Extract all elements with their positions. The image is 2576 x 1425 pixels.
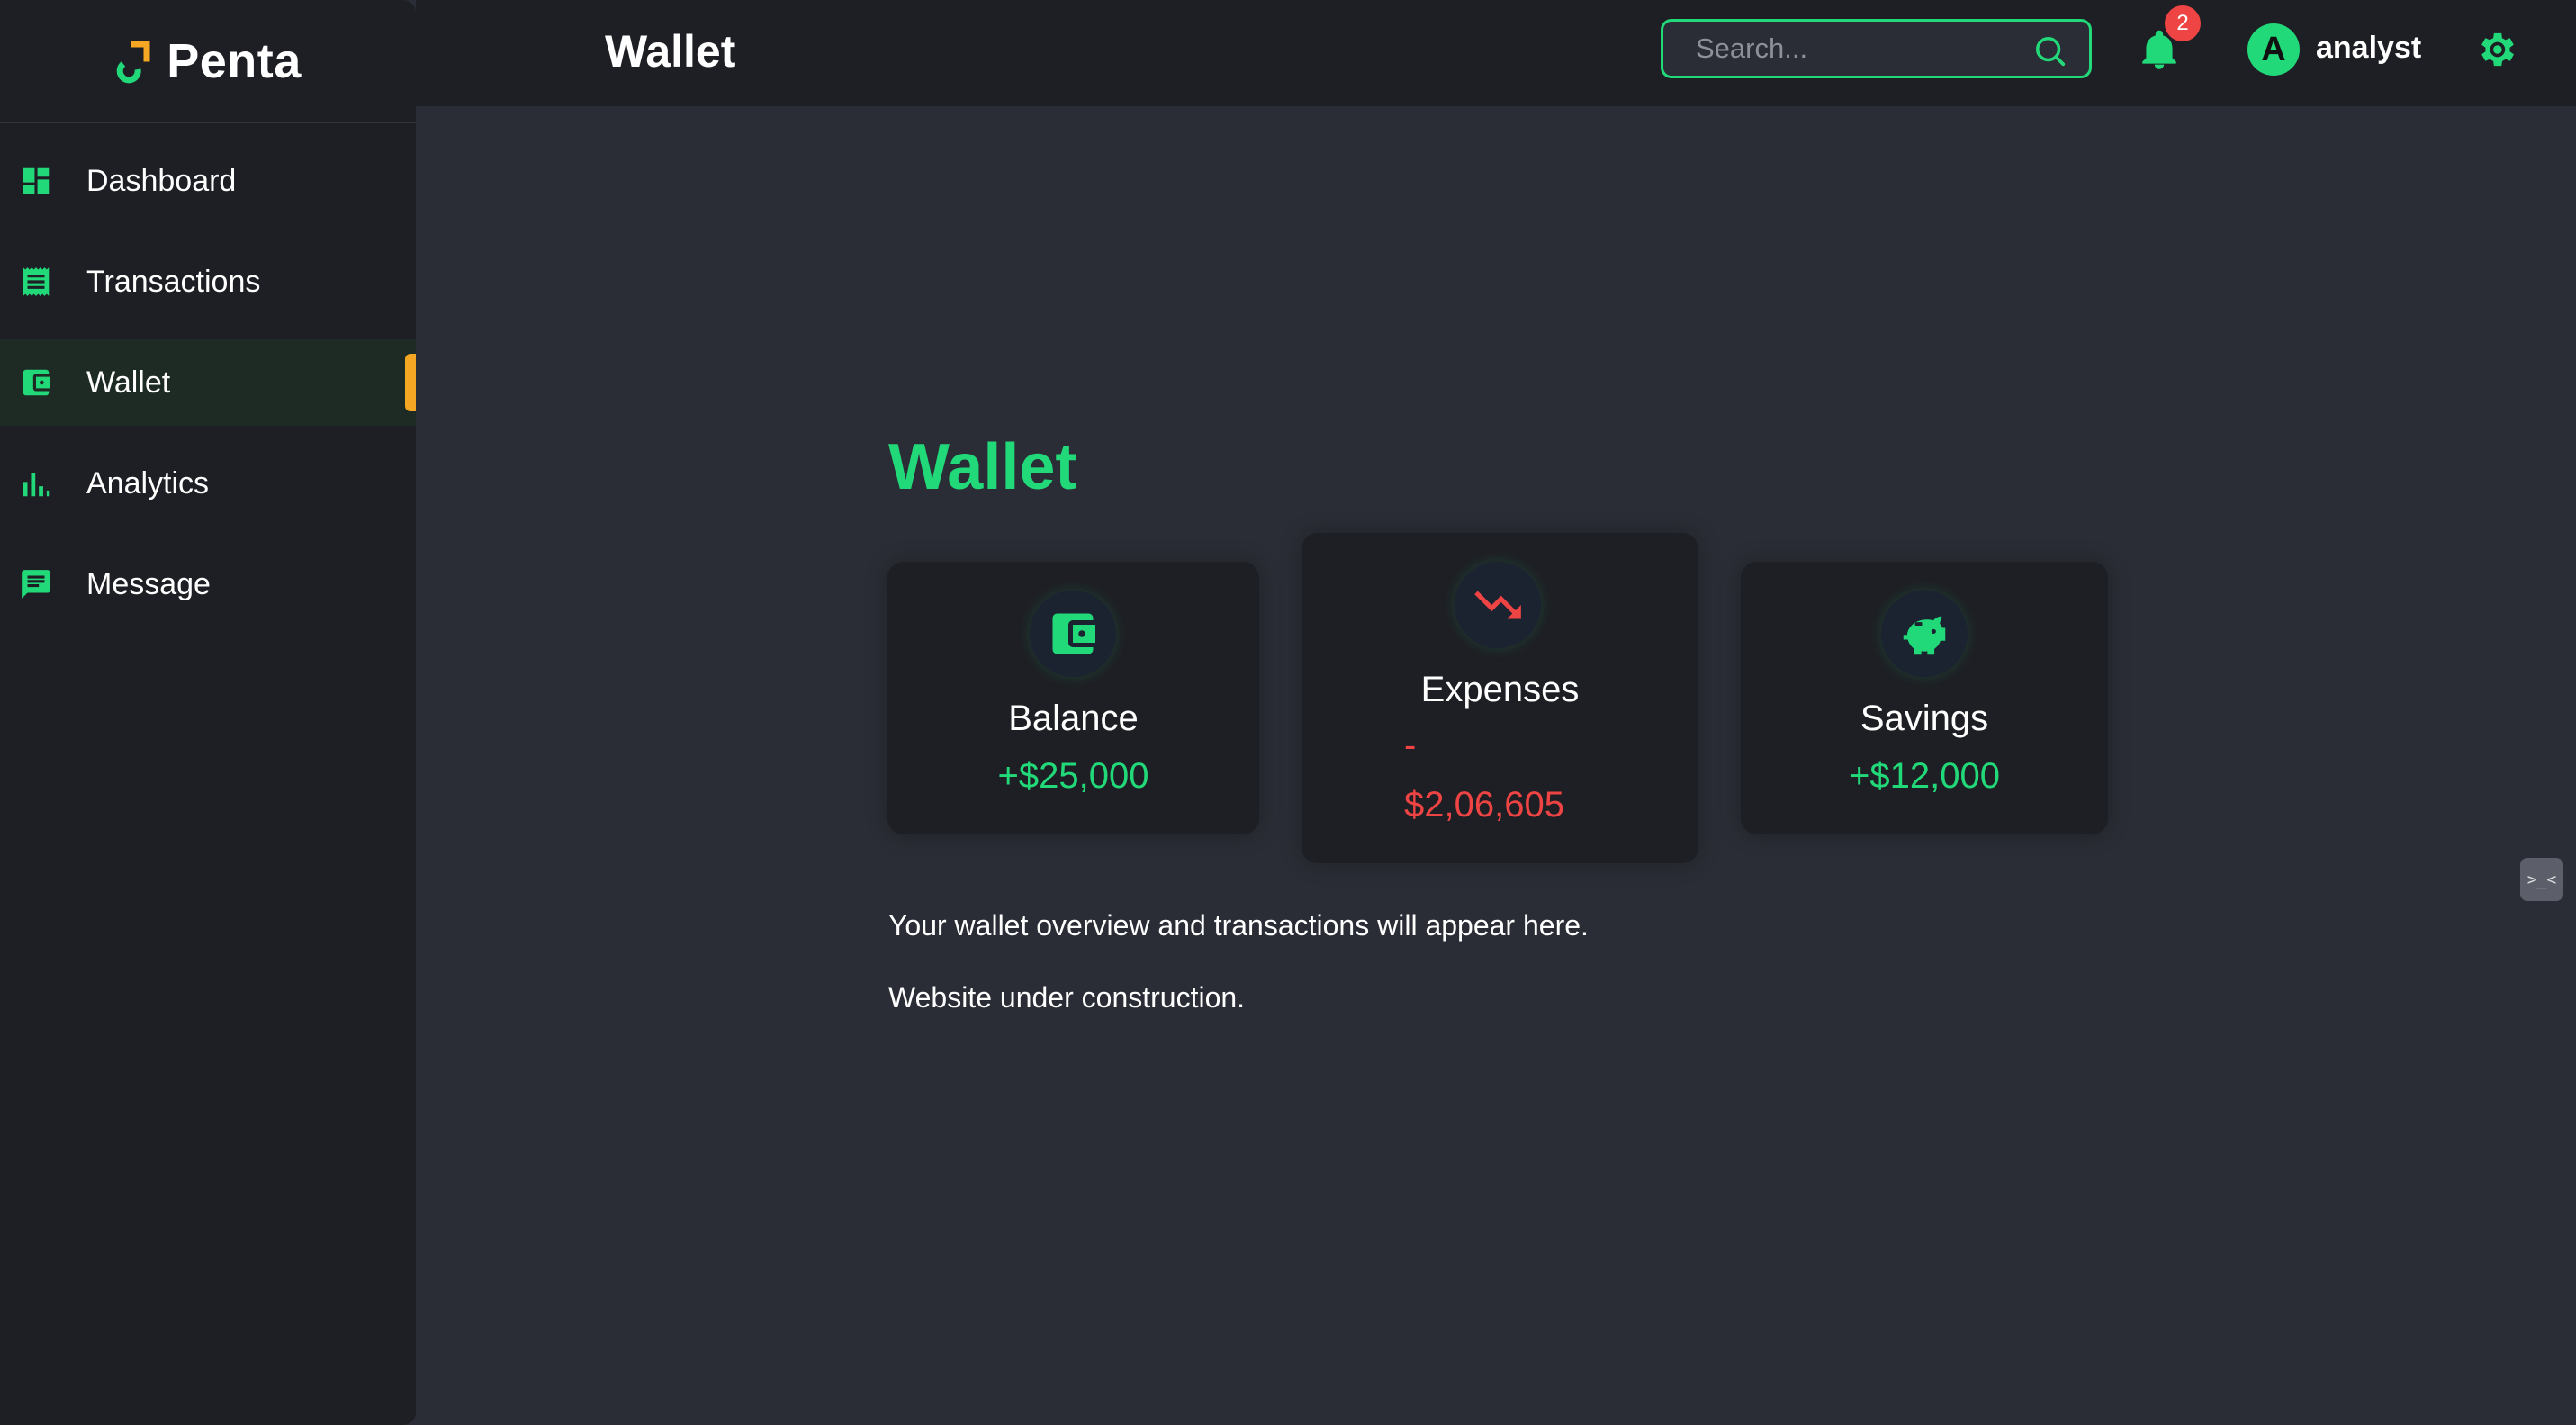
balance-card[interactable]: Balance +$25,000 (887, 562, 1259, 834)
expenses-sign: - (1404, 726, 1417, 765)
bar-chart-icon (18, 465, 54, 501)
penta-logo-icon (116, 41, 150, 84)
brand[interactable]: Penta (0, 0, 416, 123)
sidebar-item-label: Transactions (86, 264, 261, 299)
piggy-bank-icon (1903, 616, 1946, 655)
sidebar: Penta Dashboard Transactions Wallet Anal… (0, 0, 416, 1425)
wallet-icon (1052, 613, 1095, 654)
search-box (1661, 19, 2092, 78)
sidebar-item-label: Message (86, 566, 211, 601)
username[interactable]: analyst (2316, 31, 2421, 66)
active-indicator (405, 354, 416, 411)
dev-tools-icon[interactable]: >_< (2520, 858, 2563, 901)
savings-card[interactable]: Savings +$12,000 (1741, 562, 2108, 834)
overview-text: Your wallet overview and transactions wi… (888, 909, 1589, 942)
expenses-value: $2,06,605 (1404, 785, 1564, 825)
receipt-icon (18, 264, 54, 300)
app-root: Penta Dashboard Transactions Wallet Anal… (0, 0, 2576, 1425)
sidebar-item-wallet[interactable]: Wallet (0, 339, 416, 426)
notification-badge: 2 (2165, 5, 2201, 41)
page-title: Wallet (888, 431, 1077, 503)
dashboard-icon (18, 163, 54, 199)
message-icon (18, 566, 54, 602)
sidebar-item-message[interactable]: Message (0, 541, 416, 627)
savings-value: +$12,000 (1849, 756, 2000, 796)
sidebar-item-label: Dashboard (86, 163, 237, 198)
wallet-icon (18, 365, 54, 401)
sidebar-item-analytics[interactable]: Analytics (0, 440, 416, 527)
topbar: Wallet 2 A analyst (416, 0, 2576, 106)
sidebar-item-label: Wallet (86, 365, 171, 400)
sidebar-item-dashboard[interactable]: Dashboard (0, 138, 416, 224)
brand-name: Penta (167, 34, 302, 88)
expenses-card[interactable]: Expenses - $2,06,605 (1302, 533, 1698, 863)
wallet-icon-badge (1030, 591, 1116, 677)
sidebar-item-transactions[interactable]: Transactions (0, 239, 416, 325)
savings-title: Savings (1860, 699, 1989, 738)
expenses-title: Expenses (1420, 670, 1580, 709)
construction-text: Website under construction. (888, 981, 1246, 1014)
trending-down-icon-badge (1455, 562, 1541, 648)
balance-title: Balance (1008, 699, 1139, 738)
sidebar-item-label: Analytics (86, 465, 210, 501)
sidebar-nav: Dashboard Transactions Wallet Analytics … (0, 138, 416, 627)
balance-value: +$25,000 (997, 756, 1149, 796)
piggy-bank-icon-badge (1881, 591, 1968, 677)
gear-icon[interactable] (2473, 27, 2518, 72)
search-icon[interactable] (2033, 34, 2067, 68)
avatar[interactable]: A (2247, 23, 2300, 76)
header-title: Wallet (605, 26, 736, 77)
trending-down-icon (1474, 591, 1521, 619)
search-input[interactable] (1663, 32, 2005, 65)
